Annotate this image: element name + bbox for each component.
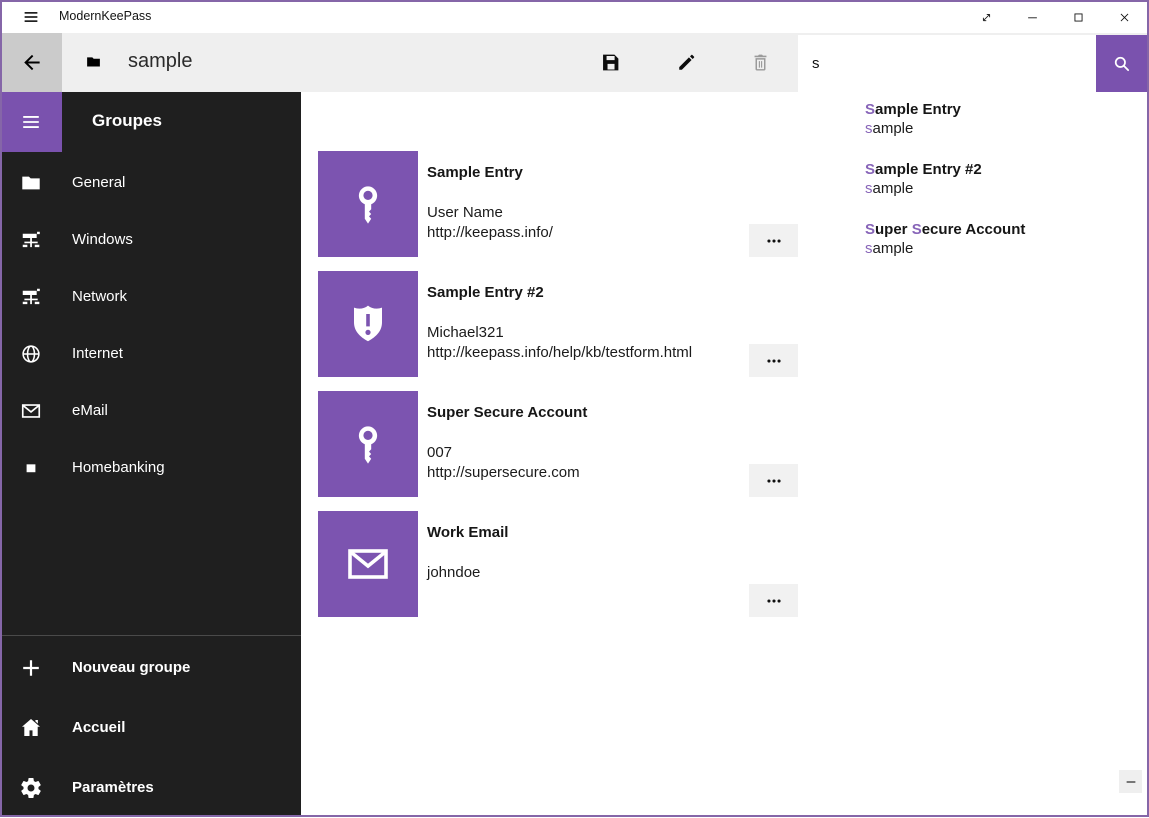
sidebar-item-label: Accueil [72, 698, 125, 758]
entry-details: johndoe [427, 563, 480, 583]
sidebar-menu-button[interactable] [0, 92, 62, 152]
minimize-icon [1025, 10, 1040, 25]
gear-icon [19, 776, 43, 800]
key-icon [344, 180, 392, 228]
network-icon [20, 286, 42, 308]
sidebar-item-label: Windows [72, 211, 133, 268]
sidebar-item-network[interactable]: Network [0, 268, 301, 325]
entry-details: 007http://supersecure.com [427, 443, 580, 483]
edit-button[interactable] [662, 33, 710, 92]
hamburger-icon [20, 111, 42, 133]
entry-title: Sample Entry #2 [427, 284, 544, 301]
sidebar-action-param-tres[interactable]: Paramètres [0, 758, 301, 818]
groups-header: Groupes [92, 92, 162, 152]
minimize-button[interactable] [1009, 2, 1055, 33]
close-button[interactable] [1101, 2, 1147, 33]
command-bar: sample [0, 33, 1149, 92]
title-bar: ModernKeePass [0, 0, 1149, 33]
save-icon [600, 52, 621, 73]
entry-row[interactable]: Sample Entry User Namehttp://keepass.info… [318, 151, 858, 257]
entry-more-button[interactable] [749, 464, 798, 497]
entry-tile [318, 511, 418, 617]
delete-icon [750, 52, 771, 73]
sidebar-item-general[interactable]: General [0, 154, 301, 211]
suggestion-item[interactable]: Sample Entrysample [849, 92, 1146, 152]
sidebar-action-nouveau-groupe[interactable]: Nouveau groupe [0, 638, 301, 698]
suggestion-title: Sample Entry [865, 100, 1146, 119]
suggestion-subtitle: sample [865, 119, 1146, 139]
group-list: GeneralWindowsNetworkInterneteMailHomeba… [0, 154, 301, 496]
minus-icon [1124, 775, 1138, 789]
ellipsis-icon [763, 230, 785, 252]
suggestion-title: Sample Entry #2 [865, 160, 1146, 179]
search-button[interactable] [1096, 35, 1147, 92]
entry-details: User Namehttp://keepass.info/ [427, 203, 553, 243]
sidebar-footer: Nouveau groupeAccueilParamètres [0, 638, 301, 818]
search-input[interactable] [798, 35, 1096, 92]
suggestion-subtitle: sample [865, 179, 1146, 199]
entry-more-button[interactable] [749, 224, 798, 257]
hamburger-icon [22, 8, 40, 26]
entry-title: Work Email [427, 524, 508, 541]
sidebar: Groupes GeneralWindowsNetworkInterneteMa… [0, 92, 301, 815]
sidebar-item-homebanking[interactable]: Homebanking [0, 439, 301, 496]
entry-tile [318, 151, 418, 257]
fullscreen-button[interactable] [963, 2, 1009, 33]
entry-details: Michael321http://keepass.info/help/kb/te… [427, 323, 692, 363]
ellipsis-icon [763, 470, 785, 492]
suggestion-title: Super Secure Account [865, 220, 1146, 239]
sidebar-item-label: eMail [72, 382, 108, 439]
sidebar-action-accueil[interactable]: Accueil [0, 698, 301, 758]
folder-icon [20, 172, 42, 194]
fullscreen-icon [979, 10, 994, 25]
sidebar-divider [0, 635, 301, 636]
sidebar-item-email[interactable]: eMail [0, 382, 301, 439]
search-suggestions: Sample EntrysampleSample Entry #2sampleS… [849, 92, 1146, 272]
delete-button[interactable] [736, 33, 784, 92]
sidebar-item-windows[interactable]: Windows [0, 211, 301, 268]
network-icon [20, 229, 42, 251]
titlebar-menu-button[interactable] [10, 0, 52, 33]
entry-row[interactable]: Super Secure Account 007http://supersecur… [318, 391, 858, 497]
entry-more-button[interactable] [749, 344, 798, 377]
sidebar-item-internet[interactable]: Internet [0, 325, 301, 382]
sidebar-item-label: Homebanking [72, 439, 165, 496]
suggestion-subtitle: sample [865, 239, 1146, 259]
entry-row[interactable]: Work Email johndoe [318, 511, 858, 617]
entry-title: Sample Entry [427, 164, 523, 181]
maximize-button[interactable] [1055, 2, 1101, 33]
key-icon [344, 420, 392, 468]
entry-tile [318, 391, 418, 497]
sidebar-item-label: Paramètres [72, 758, 154, 818]
square-icon [20, 457, 42, 479]
sidebar-item-label: Nouveau groupe [72, 638, 190, 698]
search-icon [1111, 53, 1132, 74]
close-icon [1117, 10, 1132, 25]
mail-icon [344, 540, 392, 588]
entry-more-button[interactable] [749, 584, 798, 617]
entry-tile [318, 271, 418, 377]
sidebar-item-label: Network [72, 268, 127, 325]
window-controls [963, 2, 1147, 33]
entry-title: Super Secure Account [427, 404, 587, 421]
edit-icon [676, 52, 697, 73]
sidebar-item-label: Internet [72, 325, 123, 382]
ellipsis-icon [763, 350, 785, 372]
entry-row[interactable]: Sample Entry #2 Michael321http://keepass.… [318, 271, 858, 377]
suggestion-item[interactable]: Sample Entry #2sample [849, 152, 1146, 212]
shield-icon [344, 300, 392, 348]
ellipsis-icon [763, 590, 785, 612]
mail-icon [20, 400, 42, 422]
app-title: ModernKeePass [59, 0, 151, 33]
save-button[interactable] [586, 33, 634, 92]
sidebar-item-label: General [72, 154, 125, 211]
globe-icon [20, 343, 42, 365]
plus-icon [19, 656, 43, 680]
home-icon [19, 716, 43, 740]
zoom-out-button[interactable] [1119, 770, 1142, 793]
suggestion-item[interactable]: Super Secure Accountsample [849, 212, 1146, 272]
maximize-icon [1071, 10, 1086, 25]
